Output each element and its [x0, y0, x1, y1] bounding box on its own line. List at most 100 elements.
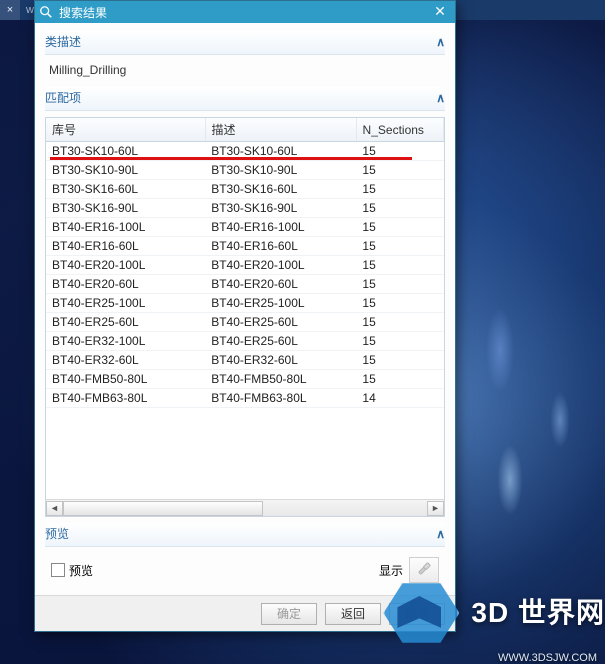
match-header[interactable]: 匹配项 ∧	[45, 87, 445, 111]
table-cell: 15	[356, 199, 444, 218]
scroll-right-icon[interactable]: ►	[427, 501, 444, 516]
tab-close-button[interactable]: ×	[0, 0, 20, 20]
table-cell: BT40-ER25-60L	[46, 313, 205, 332]
table-row[interactable]: BT40-ER25-60LBT40-ER25-60L15	[46, 313, 444, 332]
table-cell: BT40-ER32-60L	[46, 351, 205, 370]
table-row[interactable]: BT40-ER20-100LBT40-ER20-100L15	[46, 256, 444, 275]
class-desc-title: 类描述	[45, 33, 81, 50]
class-desc-value: Milling_Drilling	[45, 55, 445, 87]
table-cell: BT30-SK10-90L	[46, 161, 205, 180]
preview-header[interactable]: 预览 ∧	[45, 523, 445, 547]
table-cell: BT40-ER16-60L	[46, 237, 205, 256]
preview-body: 预览 显示	[45, 547, 445, 587]
back-button[interactable]: 返回	[325, 603, 381, 625]
table-cell: 15	[356, 218, 444, 237]
table-row[interactable]: BT40-ER32-60LBT40-ER32-60L15	[46, 351, 444, 370]
collapse-icon[interactable]: ∧	[436, 35, 445, 49]
preview-display-group: 显示	[379, 557, 439, 583]
table-cell: BT40-FMB50-80L	[205, 370, 356, 389]
cancel-button[interactable]: 取消	[389, 603, 445, 625]
search-results-dialog: 搜索结果 ✕ 类描述 ∧ Milling_Drilling 匹配项 ∧ 库号 描…	[34, 0, 456, 632]
table-cell: BT40-ER16-60L	[205, 237, 356, 256]
table-cell: BT40-FMB50-80L	[46, 370, 205, 389]
table-cell: BT30-SK16-90L	[46, 199, 205, 218]
col-desc[interactable]: 描述	[205, 118, 356, 142]
preview-checkbox[interactable]	[51, 563, 65, 577]
table-row[interactable]: BT40-ER16-100LBT40-ER16-100L15	[46, 218, 444, 237]
col-lib[interactable]: 库号	[46, 118, 205, 142]
preview-checkbox-label: 预览	[69, 562, 93, 579]
table-cell: 15	[356, 142, 444, 161]
dialog-title: 搜索结果	[59, 4, 423, 21]
table-cell: BT40-ER25-100L	[205, 294, 356, 313]
table-header-row: 库号 描述 N_Sections	[46, 118, 444, 142]
table-cell: BT30-SK10-60L	[205, 142, 356, 161]
preview-title: 预览	[45, 525, 69, 542]
results-table: 库号 描述 N_Sections	[46, 118, 444, 142]
table-cell: 15	[356, 294, 444, 313]
dialog-titlebar[interactable]: 搜索结果 ✕	[35, 1, 455, 23]
preview-section: 预览 ∧ 预览 显示	[45, 523, 445, 587]
table-row[interactable]: BT40-FMB63-80LBT40-FMB63-80L14	[46, 389, 444, 408]
table-cell: 15	[356, 256, 444, 275]
table-row[interactable]: BT40-ER16-60LBT40-ER16-60L15	[46, 237, 444, 256]
horizontal-scrollbar[interactable]: ◄ ►	[46, 499, 444, 516]
class-desc-header[interactable]: 类描述 ∧	[45, 31, 445, 55]
collapse-icon[interactable]: ∧	[436, 91, 445, 105]
table-cell: BT40-FMB63-80L	[46, 389, 205, 408]
ok-button[interactable]: 确定	[261, 603, 317, 625]
col-n[interactable]: N_Sections	[356, 118, 443, 142]
table-cell: 15	[356, 180, 444, 199]
table-row[interactable]: BT40-ER20-60LBT40-ER20-60L15	[46, 275, 444, 294]
table-scroll-area[interactable]: BT30-SK10-60LBT30-SK10-60L15BT30-SK10-90…	[46, 142, 444, 499]
table-cell: 14	[356, 389, 444, 408]
table-cell: 15	[356, 237, 444, 256]
flashlight-icon	[415, 560, 433, 581]
collapse-icon[interactable]: ∧	[436, 527, 445, 541]
table-cell: BT30-SK10-90L	[205, 161, 356, 180]
display-button[interactable]	[409, 557, 439, 583]
table-cell: BT40-ER25-60L	[205, 313, 356, 332]
table-cell: BT30-SK10-60L	[46, 142, 205, 161]
table-cell: 15	[356, 313, 444, 332]
table-cell: BT40-ER20-100L	[46, 256, 205, 275]
table-cell: 15	[356, 332, 444, 351]
scroll-track[interactable]	[63, 501, 427, 516]
search-icon	[39, 5, 53, 19]
dialog-close-button[interactable]: ✕	[429, 2, 451, 22]
dialog-button-row: 确定 返回 取消	[35, 595, 455, 631]
table-row[interactable]: BT30-SK16-60LBT30-SK16-60L15	[46, 180, 444, 199]
table-row[interactable]: BT40-FMB50-80LBT40-FMB50-80L15	[46, 370, 444, 389]
table-cell: BT40-ER32-100L	[46, 332, 205, 351]
table-cell: BT40-ER20-100L	[205, 256, 356, 275]
display-label: 显示	[379, 562, 403, 579]
table-cell: BT30-SK16-60L	[205, 180, 356, 199]
table-row[interactable]: BT30-SK16-90LBT30-SK16-90L15	[46, 199, 444, 218]
dialog-content: 类描述 ∧ Milling_Drilling 匹配项 ∧ 库号 描述 N_Sec…	[35, 23, 455, 595]
preview-checkbox-group: 预览	[51, 562, 93, 579]
table-row[interactable]: BT30-SK10-90LBT30-SK10-90L15	[46, 161, 444, 180]
table-cell: BT30-SK16-90L	[205, 199, 356, 218]
scroll-left-icon[interactable]: ◄	[46, 501, 63, 516]
table-row[interactable]: BT30-SK10-60LBT30-SK10-60L15	[46, 142, 444, 161]
table-row[interactable]: BT40-ER25-100LBT40-ER25-100L15	[46, 294, 444, 313]
table-row[interactable]: BT40-ER32-100LBT40-ER25-60L15	[46, 332, 444, 351]
results-table-container: 库号 描述 N_Sections BT30-SK10-60LBT30-SK10-…	[45, 117, 445, 517]
table-cell: BT40-ER16-100L	[46, 218, 205, 237]
table-cell: 15	[356, 370, 444, 389]
match-section: 库号 描述 N_Sections BT30-SK10-60LBT30-SK10-…	[45, 111, 445, 517]
table-cell: BT40-ER25-100L	[46, 294, 205, 313]
table-cell: 15	[356, 351, 444, 370]
watermark-url: WWW.3DSJW.COM	[498, 652, 597, 664]
table-cell: 15	[356, 161, 444, 180]
table-cell: BT40-ER20-60L	[205, 275, 356, 294]
table-body: BT30-SK10-60LBT30-SK10-60L15BT30-SK10-90…	[46, 142, 444, 408]
table-cell: BT30-SK16-60L	[46, 180, 205, 199]
scroll-thumb[interactable]	[63, 501, 263, 516]
table-cell: BT40-ER25-60L	[205, 332, 356, 351]
table-cell: BT40-ER20-60L	[46, 275, 205, 294]
table-cell: BT40-ER32-60L	[205, 351, 356, 370]
table-cell: 15	[356, 275, 444, 294]
table-cell: BT40-FMB63-80L	[205, 389, 356, 408]
table-cell: BT40-ER16-100L	[205, 218, 356, 237]
